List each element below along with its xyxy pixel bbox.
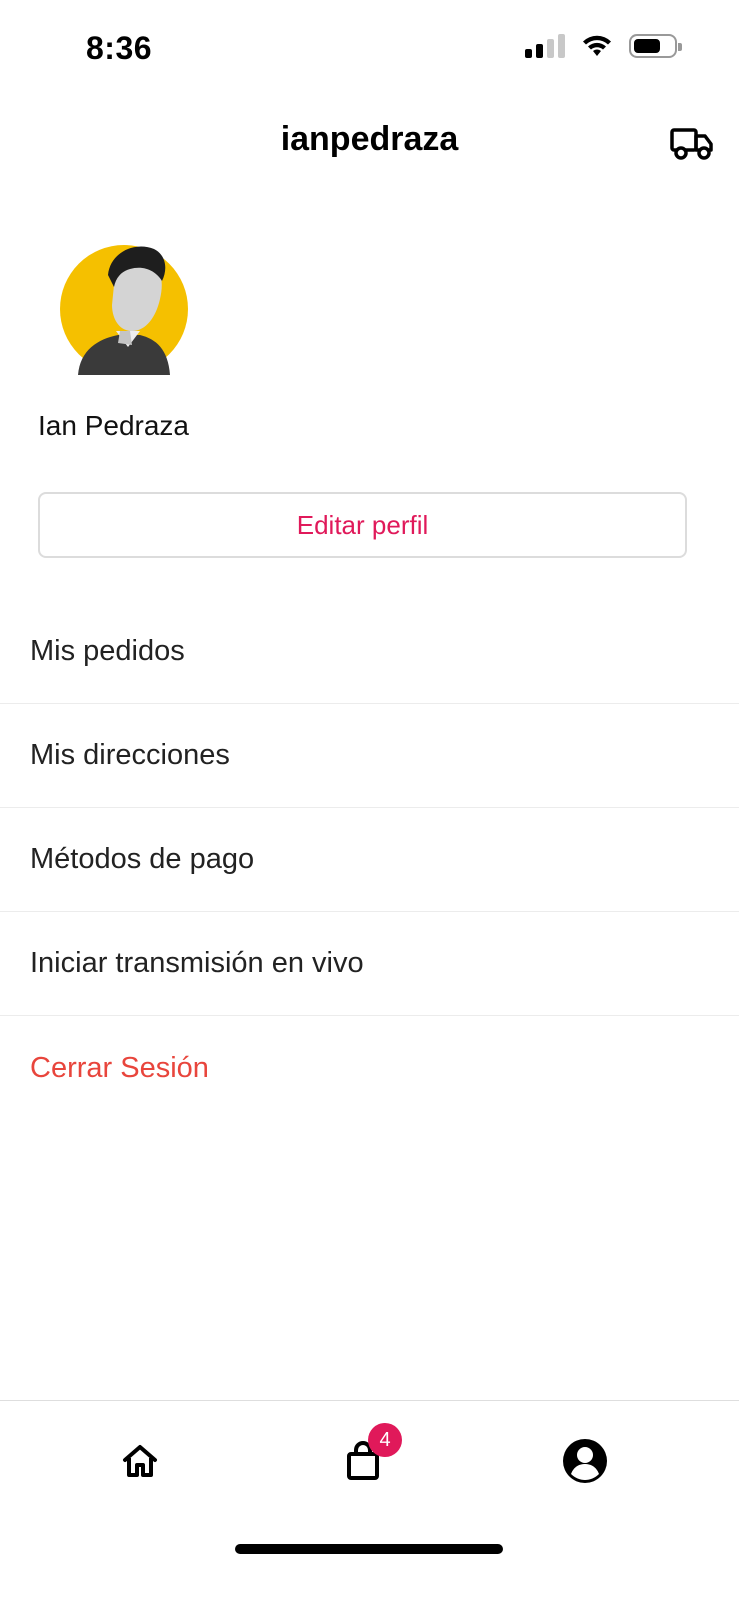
logout-button[interactable]: Cerrar Sesión [0, 1016, 739, 1120]
menu-item-payment-methods[interactable]: Métodos de pago [0, 808, 739, 912]
tab-profile[interactable] [555, 1431, 615, 1491]
tab-home[interactable] [110, 1431, 170, 1491]
edit-profile-button[interactable]: Editar perfil [38, 492, 687, 558]
wifi-icon [583, 35, 611, 56]
home-icon [123, 1445, 157, 1477]
header: ianpedraza [0, 110, 739, 180]
tab-bar: 4 [0, 1400, 739, 1600]
status-bar: 8:36 [0, 0, 739, 100]
page-title: ianpedraza [280, 120, 459, 158]
cart-badge: 4 [368, 1423, 402, 1457]
menu-item-addresses[interactable]: Mis direcciones [0, 704, 739, 808]
menu-item-start-live-stream[interactable]: Iniciar transmisión en vivo [0, 912, 739, 1016]
menu-item-orders[interactable]: Mis pedidos [0, 600, 739, 704]
avatar [60, 245, 188, 375]
cellular-signal-icon [525, 34, 565, 58]
status-icons [525, 34, 682, 58]
profile-name: Ian Pedraza [38, 410, 189, 441]
home-indicator [235, 1544, 503, 1554]
account-circle-icon [563, 1439, 607, 1483]
profile-menu: Mis pedidos Mis direcciones Métodos de p… [0, 600, 739, 1120]
truck-icon[interactable] [669, 124, 715, 164]
battery-icon [629, 34, 682, 58]
profile-screen: 8:36 ianpedraza Ian Pedraza Editar perfi… [0, 0, 739, 1600]
status-time: 8:36 [86, 30, 153, 66]
